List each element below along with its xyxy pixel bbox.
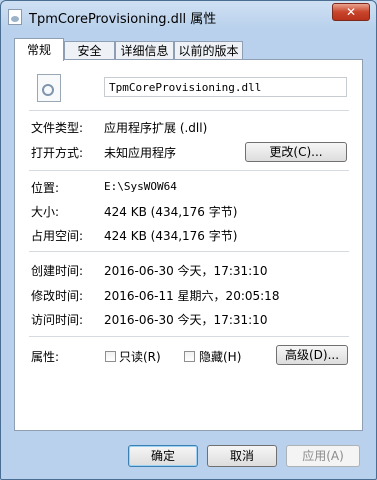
created-value: 2016-06-30 今天，17:31:10 xyxy=(104,264,268,278)
tab-security[interactable]: 安全 xyxy=(64,41,115,60)
location-value: E:\SysWOW64 xyxy=(104,180,177,193)
modified-label: 修改时间: xyxy=(31,289,84,303)
divider xyxy=(29,170,349,171)
readonly-label[interactable]: 只读(R) xyxy=(119,348,161,365)
title-bar[interactable]: TpmCoreProvisioning.dll 属性 ✕ xyxy=(1,1,376,31)
file-icon xyxy=(8,9,22,25)
divider xyxy=(29,110,349,111)
apply-button[interactable]: 应用(A) xyxy=(286,445,360,467)
accessed-label: 访问时间: xyxy=(31,313,84,327)
filename-field[interactable]: TpmCoreProvisioning.dll xyxy=(104,77,347,97)
general-panel: TpmCoreProvisioning.dll 文件类型: 应用程序扩展 (.d… xyxy=(14,59,363,431)
dll-file-icon xyxy=(37,74,61,102)
accessed-value: 2016-06-30 今天，17:31:10 xyxy=(104,313,268,327)
created-label: 创建时间: xyxy=(31,264,84,278)
opens-with-value: 未知应用程序 xyxy=(104,146,177,160)
size-on-disk-label: 占用空间: xyxy=(31,229,84,243)
attributes-label: 属性: xyxy=(31,350,60,364)
modified-value: 2016-06-11 星期六，20:05:18 xyxy=(104,289,280,303)
file-type-label: 文件类型: xyxy=(31,121,84,135)
change-button[interactable]: 更改(C)... xyxy=(245,142,347,162)
size-label: 大小: xyxy=(31,205,60,219)
divider xyxy=(29,251,349,252)
tab-general[interactable]: 常规 xyxy=(14,38,64,61)
hidden-label[interactable]: 隐藏(H) xyxy=(199,348,241,365)
advanced-button[interactable]: 高级(D)... xyxy=(276,345,348,365)
tab-details[interactable]: 详细信息 xyxy=(115,41,174,60)
readonly-checkbox[interactable] xyxy=(105,351,116,362)
size-on-disk-value: 424 KB (434,176 字节) xyxy=(104,229,238,243)
close-button[interactable]: ✕ xyxy=(332,3,370,21)
tab-previous-versions[interactable]: 以前的版本 xyxy=(174,41,243,60)
ok-button[interactable]: 确定 xyxy=(128,445,198,467)
hidden-checkbox[interactable] xyxy=(184,351,195,362)
divider xyxy=(29,336,349,337)
properties-window: TpmCoreProvisioning.dll 属性 ✕ 常规 安全 详细信息 … xyxy=(0,0,377,480)
opens-with-label: 打开方式: xyxy=(31,146,84,160)
window-title: TpmCoreProvisioning.dll 属性 xyxy=(29,12,217,27)
location-label: 位置: xyxy=(31,181,60,195)
size-value: 424 KB (434,176 字节) xyxy=(104,205,238,219)
cancel-button[interactable]: 取消 xyxy=(207,445,277,467)
file-type-value: 应用程序扩展 (.dll) xyxy=(104,121,208,135)
